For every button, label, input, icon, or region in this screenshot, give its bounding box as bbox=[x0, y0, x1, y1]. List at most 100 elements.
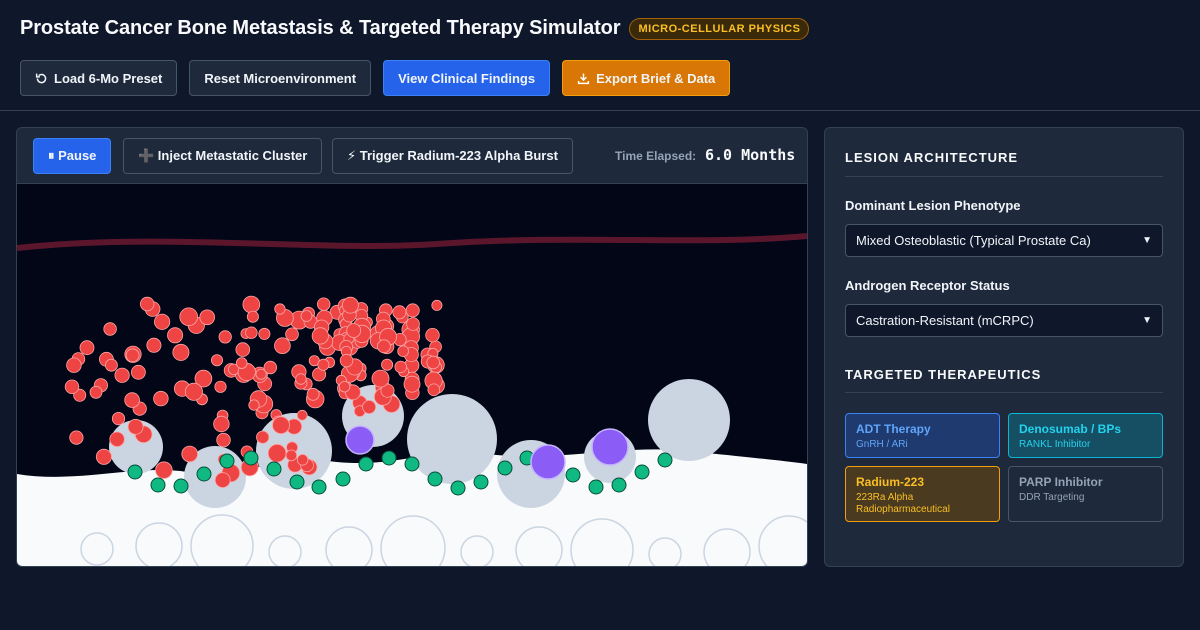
osteoblast bbox=[243, 450, 259, 466]
microenvironment-scene bbox=[17, 233, 807, 566]
tumor-cell bbox=[69, 430, 84, 445]
tumor-cell bbox=[317, 297, 331, 311]
tumor-cell bbox=[425, 327, 440, 343]
osteoblast bbox=[497, 460, 513, 476]
tumor-cell bbox=[248, 399, 260, 411]
tumor-cell bbox=[235, 342, 251, 357]
osteoblast bbox=[588, 479, 604, 495]
tumor-cell bbox=[339, 353, 354, 368]
ar-status-label: Androgen Receptor Status bbox=[845, 278, 1010, 293]
tumor-cell bbox=[296, 409, 308, 421]
blood-vessel bbox=[17, 233, 807, 251]
tumor-cell bbox=[125, 348, 140, 363]
tumor-cell bbox=[295, 373, 307, 385]
osteoblast bbox=[219, 453, 235, 469]
ar-status-select[interactable]: Castration-Resistant (mCRPC) ▼ bbox=[845, 304, 1163, 337]
reset-button[interactable]: Reset Microenvironment bbox=[189, 60, 372, 96]
tumor-cell bbox=[139, 296, 155, 312]
osteoblast bbox=[657, 452, 673, 468]
therapeutics-title: TARGETED THERAPEUTICS bbox=[845, 367, 1042, 382]
phenotype-select[interactable]: Mixed Osteoblastic (Typical Prostate Ca)… bbox=[845, 224, 1163, 257]
tumor-cell bbox=[103, 322, 117, 336]
radium-burst-button[interactable]: ⚡ Trigger Radium-223 Alpha Burst bbox=[332, 138, 573, 174]
chevron-down-icon: ▼ bbox=[1142, 315, 1152, 326]
tumor-cell bbox=[155, 461, 173, 479]
tumor-cell bbox=[127, 418, 144, 435]
osteoblast bbox=[634, 464, 650, 480]
resorption-cavity bbox=[407, 394, 497, 484]
tumor-cell bbox=[114, 367, 130, 383]
simulation-canvas[interactable] bbox=[17, 184, 807, 566]
tumor-cell bbox=[405, 303, 420, 318]
tumor-cell bbox=[258, 327, 271, 340]
tumor-cell bbox=[66, 357, 82, 373]
tumor-cell bbox=[274, 303, 286, 315]
osteoblast bbox=[127, 464, 143, 480]
therapy-subtitle: GnRH / ARi bbox=[856, 439, 908, 450]
tumor-cell bbox=[431, 299, 443, 311]
tumor-cell bbox=[311, 327, 329, 345]
tumor-cell bbox=[371, 369, 390, 388]
inject-cluster-button[interactable]: ➕ Inject Metastatic Cluster bbox=[123, 138, 323, 174]
export-button[interactable]: Export Brief & Data bbox=[562, 60, 731, 96]
tumor-cell bbox=[245, 326, 258, 339]
tumor-cell bbox=[213, 415, 230, 433]
tumor-cell bbox=[426, 355, 440, 370]
chevron-down-icon: ▼ bbox=[1142, 235, 1152, 246]
therapy-subtitle: DDR Targeting bbox=[1019, 492, 1085, 503]
osteoblast bbox=[150, 477, 166, 493]
tumor-cell bbox=[267, 443, 287, 463]
tumor-cell bbox=[272, 416, 290, 435]
tumor-cell bbox=[109, 431, 125, 448]
tumor-cell bbox=[64, 379, 80, 395]
tumor-cell bbox=[242, 295, 261, 314]
download-icon bbox=[577, 73, 590, 84]
tumor-cell bbox=[296, 453, 309, 466]
control-sidebar: LESION ARCHITECTURE Dominant Lesion Phen… bbox=[824, 127, 1184, 567]
tumor-cell bbox=[362, 399, 377, 414]
therapy-name: Radium-223 bbox=[856, 475, 925, 489]
tumor-cell bbox=[179, 307, 199, 327]
section-divider bbox=[845, 176, 1163, 177]
view-findings-button[interactable]: View Clinical Findings bbox=[383, 60, 551, 96]
tumor-cell bbox=[89, 385, 103, 399]
osteoblast bbox=[381, 450, 397, 466]
osteoblast bbox=[473, 474, 489, 490]
tumor-cell bbox=[376, 339, 391, 354]
tumor-cell bbox=[214, 472, 231, 489]
osteoblast bbox=[173, 478, 189, 494]
osteoclast bbox=[591, 428, 629, 466]
tumor-cell bbox=[300, 310, 313, 322]
therapy-name: ADT Therapy bbox=[856, 422, 931, 436]
tumor-cell bbox=[167, 327, 184, 344]
load-preset-label: Load 6-Mo Preset bbox=[54, 70, 163, 86]
tumor-cell bbox=[184, 382, 203, 401]
osteoclast bbox=[530, 444, 566, 480]
tumor-cell bbox=[131, 364, 146, 380]
therapy-radium-223[interactable]: Radium-223 223Ra Alpha Radiopharmaceutic… bbox=[845, 466, 1000, 522]
therapy-denosumab[interactable]: Denosumab / BPs RANKL Inhibitor bbox=[1008, 413, 1163, 458]
therapy-adt[interactable]: ADT Therapy GnRH / ARi bbox=[845, 413, 1000, 458]
therapy-parp-inhibitor[interactable]: PARP Inhibitor DDR Targeting bbox=[1008, 466, 1163, 522]
page-title: Prostate Cancer Bone Metastasis & Target… bbox=[20, 17, 621, 39]
tumor-cell bbox=[392, 305, 407, 320]
tumor-cell bbox=[285, 327, 299, 342]
therapy-name: Denosumab / BPs bbox=[1019, 422, 1122, 436]
pause-button[interactable]: ⏸ Pause bbox=[33, 138, 112, 174]
tumor-cell bbox=[274, 337, 291, 355]
tumor-cell bbox=[246, 310, 259, 323]
tumor-cell bbox=[181, 445, 199, 463]
osteoblast bbox=[266, 461, 282, 477]
osteoblast bbox=[358, 456, 374, 472]
reset-label: Reset Microenvironment bbox=[204, 70, 357, 86]
tumor-cell bbox=[153, 390, 169, 407]
load-preset-button[interactable]: Load 6-Mo Preset bbox=[20, 60, 178, 96]
resorption-cavity bbox=[648, 379, 730, 461]
therapy-subtitle: RANKL Inhibitor bbox=[1019, 439, 1091, 450]
tumor-cell bbox=[406, 317, 420, 331]
view-findings-label: View Clinical Findings bbox=[398, 70, 536, 86]
osteoblast bbox=[450, 480, 466, 496]
physics-badge: MICRO-CELLULAR PHYSICS bbox=[629, 17, 810, 40]
tumor-cell bbox=[199, 309, 216, 326]
title-row: Prostate Cancer Bone Metastasis & Target… bbox=[20, 17, 810, 40]
